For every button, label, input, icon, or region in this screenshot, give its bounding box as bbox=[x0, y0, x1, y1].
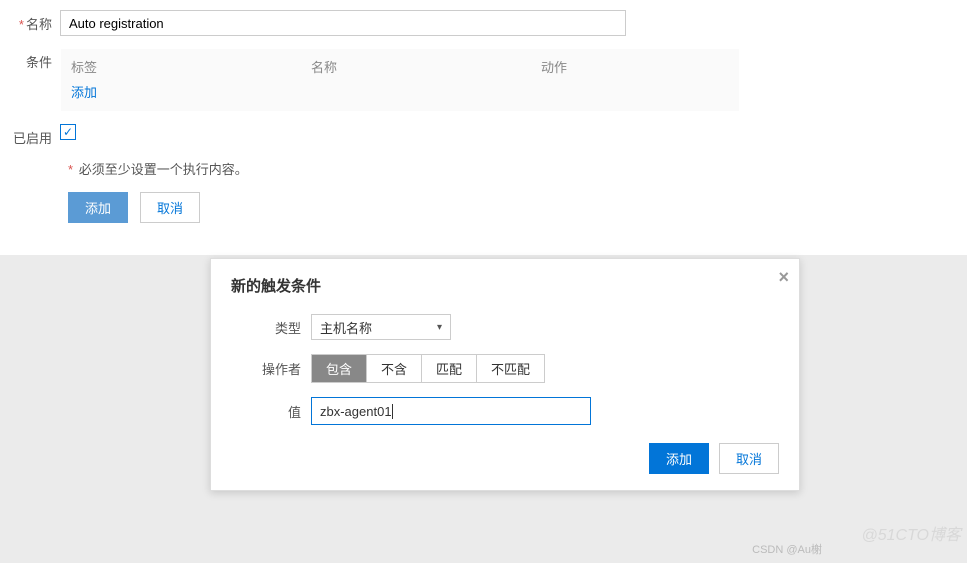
condition-label: 条件 bbox=[0, 48, 60, 71]
watermark-csdn: CSDN @Au榭 bbox=[752, 541, 822, 557]
cancel-button[interactable]: 取消 bbox=[140, 192, 200, 223]
name-input[interactable] bbox=[60, 10, 626, 36]
cond-header-action: 动作 bbox=[541, 57, 721, 76]
operator-not-match[interactable]: 不匹配 bbox=[477, 355, 544, 382]
value-input-text: zbx-agent01 bbox=[320, 404, 392, 419]
operator-group: 包含 不含 匹配 不匹配 bbox=[311, 354, 545, 383]
text-cursor bbox=[392, 404, 393, 419]
name-label: *名称 bbox=[0, 10, 60, 33]
cond-header-name: 名称 bbox=[311, 57, 541, 76]
value-input[interactable]: zbx-agent01 bbox=[311, 397, 591, 425]
close-icon[interactable]: × bbox=[778, 267, 789, 288]
watermark-51cto: @51CTO博客 bbox=[861, 521, 961, 545]
add-button[interactable]: 添加 bbox=[68, 192, 128, 223]
condition-table: 标签 名称 动作 添加 bbox=[60, 48, 740, 112]
type-label: 类型 bbox=[231, 318, 311, 337]
enabled-checkbox[interactable]: ✓ bbox=[60, 124, 76, 140]
modal-title: 新的触发条件 bbox=[231, 275, 779, 296]
note-text: * 必须至少设置一个执行内容。 bbox=[68, 159, 967, 178]
chevron-down-icon: ▾ bbox=[437, 322, 442, 333]
type-select-value: 主机名称 bbox=[320, 318, 372, 337]
value-label: 值 bbox=[231, 402, 311, 421]
add-condition-link[interactable]: 添加 bbox=[71, 82, 729, 101]
operator-contains[interactable]: 包含 bbox=[312, 355, 367, 382]
cond-header-tag: 标签 bbox=[71, 57, 311, 76]
operator-not-contains[interactable]: 不含 bbox=[367, 355, 422, 382]
modal-add-button[interactable]: 添加 bbox=[649, 443, 709, 474]
enabled-label: 已启用 bbox=[0, 124, 60, 147]
operator-label: 操作者 bbox=[231, 359, 311, 378]
trigger-condition-modal: × 新的触发条件 类型 主机名称 ▾ 操作者 包含 不含 匹配 不匹配 值 zb… bbox=[210, 258, 800, 491]
operator-match[interactable]: 匹配 bbox=[422, 355, 477, 382]
modal-cancel-button[interactable]: 取消 bbox=[719, 443, 779, 474]
type-select[interactable]: 主机名称 ▾ bbox=[311, 314, 451, 340]
